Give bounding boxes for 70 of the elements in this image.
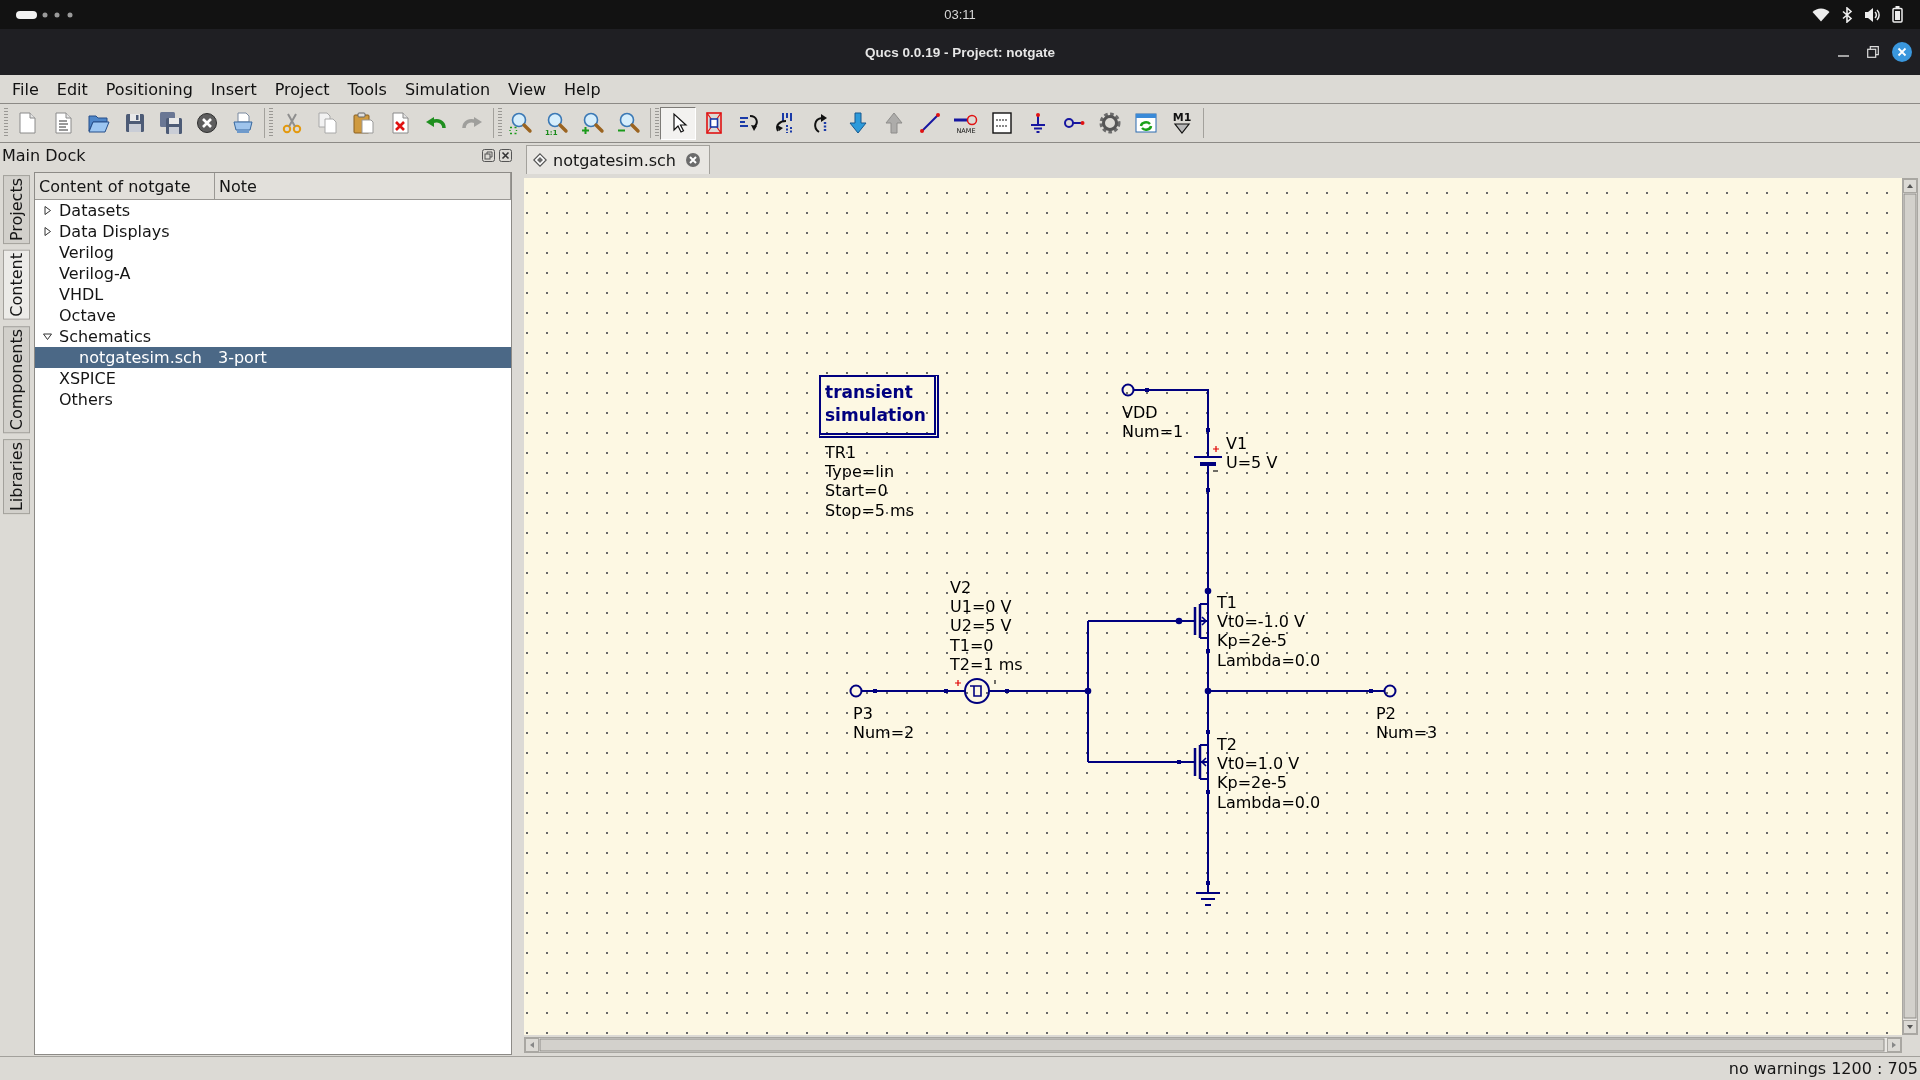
zoom-out-icon[interactable]	[617, 111, 641, 135]
column-header[interactable]: Content of notgate	[35, 173, 215, 199]
menu-item[interactable]: Tools	[338, 77, 396, 101]
zoom-in-icon[interactable]	[581, 111, 605, 135]
port-symbol	[849, 684, 876, 698]
side-tab[interactable]: Content	[3, 250, 30, 320]
restore-icon[interactable]	[1866, 46, 1879, 58]
tree-item[interactable]: VHDL	[35, 284, 511, 305]
floppy-icon[interactable]	[123, 111, 147, 135]
document-tab[interactable]: notgatesim.sch	[526, 145, 710, 174]
floppies-icon[interactable]	[159, 111, 183, 135]
toolbar-button[interactable]: M1	[1164, 106, 1200, 140]
menu-item[interactable]: Project	[265, 77, 339, 101]
x-circle-icon[interactable]	[195, 111, 219, 135]
component-parameter: Num=3	[1376, 723, 1438, 743]
close-icon[interactable]	[1891, 42, 1912, 62]
side-tab[interactable]: Components	[3, 325, 30, 433]
side-tab[interactable]: Projects	[3, 175, 30, 245]
formula-icon[interactable]	[990, 111, 1014, 135]
component-name: P2	[1376, 704, 1396, 723]
status-message: no warnings	[1728, 1059, 1827, 1078]
tree-item[interactable]: Schematics	[35, 326, 511, 347]
caret-icon[interactable]	[43, 227, 52, 236]
port-symbol	[1370, 684, 1397, 698]
component-name: TR1	[825, 443, 857, 462]
volume-icon[interactable]	[1864, 6, 1881, 23]
tree-item[interactable]: Data Displays	[35, 221, 511, 242]
line-icon[interactable]	[918, 111, 942, 135]
magnifier-icon[interactable]	[509, 111, 533, 135]
clock: 03:11	[944, 7, 976, 22]
caret-icon[interactable]	[43, 332, 52, 341]
battery-icon[interactable]	[1892, 6, 1903, 23]
component-parameter: Start=0	[825, 481, 888, 501]
diamond-icon	[533, 153, 547, 167]
tree-item[interactable]: notgatesim.sch 3-port	[35, 347, 511, 368]
vertical-scrollbar[interactable]	[1902, 178, 1918, 1035]
menu-item[interactable]: View	[499, 77, 556, 101]
cursor-position: 1200 : 705	[1831, 1059, 1918, 1078]
menu-item[interactable]: Help	[555, 77, 610, 101]
gear-icon[interactable]	[1098, 111, 1122, 135]
tree-item[interactable]: XSPICE	[35, 368, 511, 389]
tree-item[interactable]: Verilog-A	[35, 263, 511, 284]
tree-item[interactable]: Octave	[35, 305, 511, 326]
item-note: 3-port	[217, 348, 267, 367]
menu-item[interactable]: Insert	[201, 77, 266, 101]
window-title: Qucs 0.0.19 - Project: notgate	[865, 44, 1055, 60]
clipboard-icon[interactable]	[352, 111, 376, 135]
bluetooth-icon[interactable]	[1841, 6, 1853, 23]
menu-item[interactable]: File	[3, 77, 48, 101]
horizontal-scrollbar[interactable]	[524, 1037, 1902, 1053]
toolbar-button[interactable]	[660, 106, 696, 140]
column-header[interactable]: Note	[215, 173, 511, 199]
wifi-icon[interactable]	[1812, 7, 1830, 22]
side-tab[interactable]: Libraries	[3, 438, 30, 515]
tree-item[interactable]: Datasets	[35, 200, 511, 221]
caret-icon[interactable]	[43, 206, 52, 215]
down-arrow-icon[interactable]	[846, 111, 870, 135]
workspace-indicator-icon[interactable]	[16, 9, 73, 20]
menu-item[interactable]: Positioning	[96, 77, 202, 101]
printer-icon[interactable]	[231, 111, 255, 135]
component-name: P3	[853, 704, 873, 723]
window-icon[interactable]	[1134, 111, 1158, 135]
tree-item[interactable]: Others	[35, 389, 511, 410]
dock-title: Main Dock	[2, 145, 86, 165]
close-icon[interactable]	[499, 148, 512, 162]
squares-icon[interactable]	[482, 148, 495, 162]
menu-item[interactable]: Edit	[47, 77, 97, 101]
tree-item[interactable]: Verilog	[35, 242, 511, 263]
menu-item[interactable]: Simulation	[395, 77, 500, 101]
ground-symbol	[1195, 882, 1221, 906]
